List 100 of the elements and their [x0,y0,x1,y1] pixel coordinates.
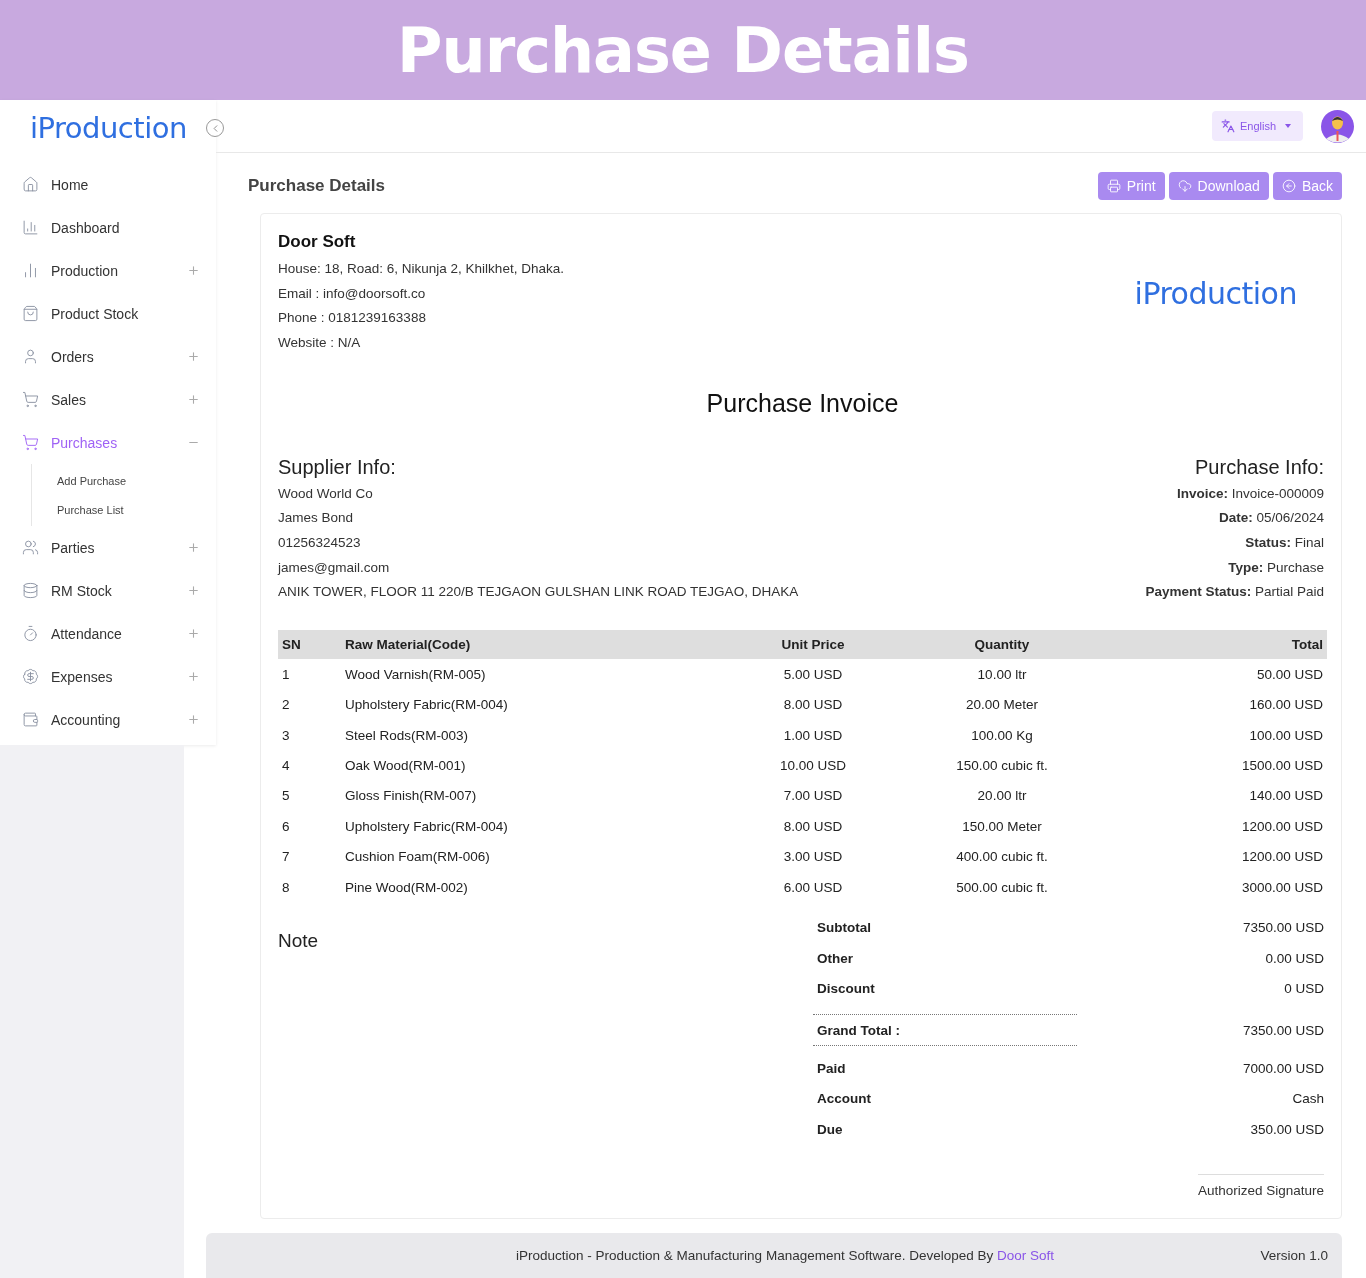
house-icon [22,176,39,193]
total-value: 7350.00 USD [1241,920,1325,936]
cart-icon [22,391,39,408]
bag-icon [22,305,39,322]
total-value: 7000.00 USD [1241,1060,1325,1076]
sidebar-item[interactable]: Orders [0,335,216,378]
table-cell-text: Upholstery Fabric(RM-004) [344,818,509,834]
translate-icon [1220,119,1235,133]
dollar-badge-icon [22,668,39,685]
sidebar-item[interactable]: Sales [0,378,216,421]
supplier-detail: Wood World Co [278,484,374,503]
invoice-title: Purchase Invoice [705,388,900,418]
table-cell-text: 7.00 USD [782,788,844,804]
sidebar-item[interactable]: Parties [0,526,216,569]
footer-link[interactable]: Door Soft [997,1248,1055,1263]
caret-icon [1285,124,1291,128]
table-cell-text: Upholstery Fabric(RM-004) [344,697,509,713]
table-cell-text: Gloss Finish(RM-007) [344,788,478,804]
purchase-info-field: Invoice: Invoice-000009 [1176,485,1324,501]
company-detail: Email : info@doorsoft.co [278,284,427,303]
submenu-item[interactable]: Purchase List [32,495,216,524]
wallet-icon [22,711,39,728]
total-value: 0.00 USD [1264,950,1325,966]
table-cell-text: 6.00 USD [782,879,844,895]
table-cell-text: 100.00 USD [1248,727,1324,743]
table-cell-text: 5.00 USD [782,666,844,682]
sidebar-item[interactable]: Home [0,163,216,206]
table-cell-text: 1.00 USD [782,727,844,743]
version-text: Version 1.0 [1260,1248,1328,1263]
company-detail: Website : N/A [278,333,362,352]
table-cell-text: 100.00 Kg [970,727,1034,743]
table-cell-text: 3000.00 USD [1240,879,1324,895]
table-cell-text: 140.00 USD [1248,788,1324,804]
table-cell-text: 160.00 USD [1248,697,1324,713]
sidebar-item[interactable]: Purchases [0,421,216,464]
column-header: SN [281,637,302,653]
invoice-logo: iProduction [1134,275,1297,311]
submenu-item[interactable]: Add Purchase [32,466,216,495]
supplier-detail: james@gmail.com [278,558,391,577]
table-cell-text: 1200.00 USD [1240,849,1324,865]
total-label: Grand Total : [813,1014,1077,1047]
sidebar-item[interactable]: Product Stock [0,292,216,335]
total-value: 0 USD [1283,981,1325,997]
avatar[interactable] [1321,109,1354,143]
cart-icon [22,434,39,451]
table-cell-text: 500.00 cubic ft. [955,879,1049,895]
total-value: 350.00 USD [1249,1122,1325,1138]
purchase-info-field: Type: Purchase [1228,559,1324,575]
table-cell-text: Oak Wood(RM-001) [344,758,467,774]
column-header: Total [1290,637,1324,653]
table-cell-text: 20.00 ltr [976,788,1028,804]
total-label: Due [816,1121,844,1140]
language-dropdown[interactable]: English [1211,111,1303,141]
printer-icon [1106,179,1121,193]
column-header: Raw Material(Code) [344,637,472,653]
user-icon [22,348,39,365]
supplier-detail: 01256324523 [278,533,362,552]
logo[interactable]: iProduction [30,110,187,145]
sidebar-item[interactable]: Dashboard [0,206,216,249]
table-cell-text: 3.00 USD [782,849,844,865]
total-label: Other [816,949,854,968]
sidebar-item[interactable]: Expenses [0,655,216,698]
table-cell-text: Pine Wood(RM-002) [344,879,469,895]
sidebar-item[interactable]: Attendance [0,612,216,655]
table-cell-text: Cushion Foam(RM-006) [344,849,491,865]
sidebar-item[interactable]: RM Stock [0,569,216,612]
table-cell-text: 1500.00 USD [1240,758,1324,774]
table-cell-text: 50.00 USD [1255,666,1324,682]
sidebar-item[interactable]: Production [0,249,216,292]
chart-icon [22,262,39,279]
supplier-detail: James Bond [278,509,355,528]
total-value: 7350.00 USD [1241,1022,1325,1038]
cloud-download-icon [1177,179,1192,193]
table-cell-text: 150.00 Meter [961,818,1043,834]
note-label: Note [278,929,320,954]
table-cell-text: 8 [281,879,291,895]
collapse-button[interactable] [206,119,224,137]
table-cell-text: 400.00 cubic ft. [955,849,1049,865]
users-icon [22,539,39,556]
table-cell-text: 10.00 USD [778,758,847,774]
total-label: Account [816,1090,872,1109]
table-cell-text: 20.00 Meter [964,697,1039,713]
footer-text: iProduction - Production & Manufacturing Management Software. Developed By Door Soft [516,1248,1056,1263]
total-label: Subtotal [816,919,872,938]
banner-title: Purchase Details [397,13,969,87]
table-cell-text: 3 [281,727,291,743]
table-cell-text: 7 [281,849,291,865]
supplier-detail: ANIK TOWER, FLOOR 11 220/B TEJGAON GULSHAN LINK ROAD TEJGAO, DHAKA [278,583,799,602]
bar-chart-icon [22,219,39,236]
table-cell-text: 1 [281,666,291,682]
sidebar-item[interactable]: Accounting [0,698,216,741]
column-header: Quantity [973,637,1031,653]
table-cell-text: 5 [281,788,291,804]
company-detail: House: 18, Road: 6, Nikunja 2, Khilkhet, Dhaka. [278,259,564,278]
company-name: Door Soft [278,232,357,252]
table-cell-text: 8.00 USD [782,818,844,834]
purchase-info-field: Date: 05/06/2024 [1218,510,1324,526]
column-header: Unit Price [780,637,846,653]
company-detail: Phone : 0181239163388 [278,309,427,328]
table-cell-text: 150.00 cubic ft. [955,758,1049,774]
